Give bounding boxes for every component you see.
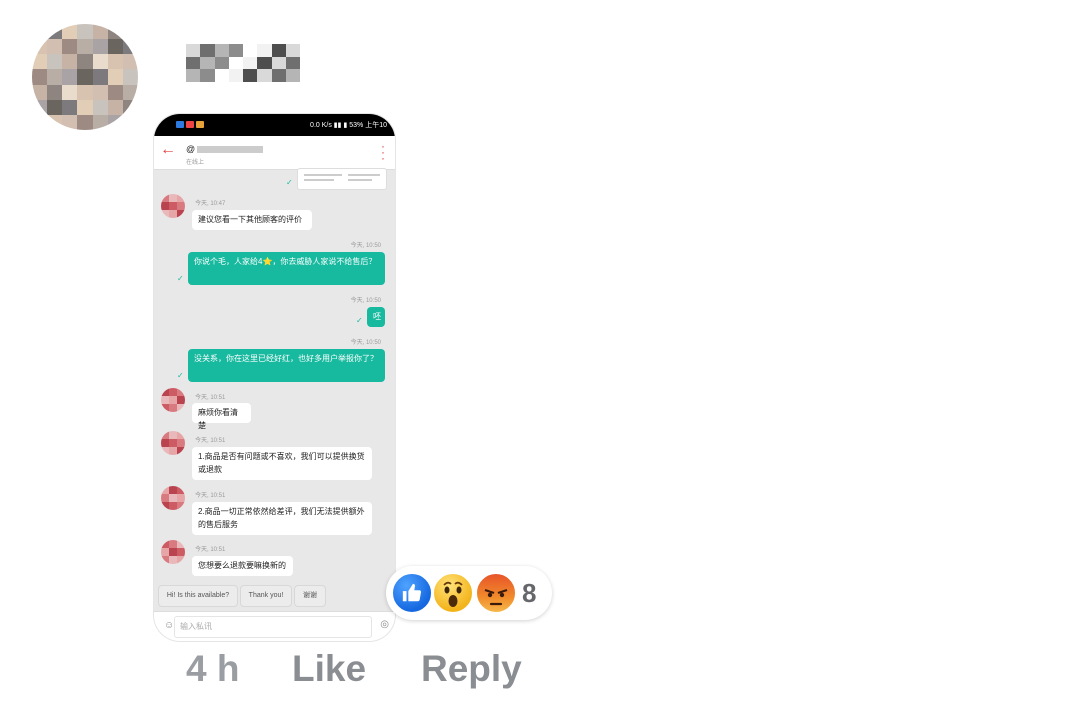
sender-avatar[interactable] [161,540,185,564]
sender-avatar[interactable] [161,486,185,510]
sender-avatar[interactable] [161,431,185,455]
incoming-message[interactable]: 您想要么退款要嘛换新的 [192,556,293,576]
message-timestamp: 今天, 10:47 [195,201,226,207]
more-options-icon[interactable]: · · · [381,140,385,164]
reactions-summary[interactable]: 8 [386,566,552,620]
read-check-icon: ✓ [356,316,363,325]
incoming-message[interactable]: 2.商品一切正常依然给差评，我们无法提供额外的售后服务 [192,502,372,535]
message-timestamp: 今天, 10:51 [195,438,226,444]
like-icon [390,571,434,615]
chat-header: ← @ 在线上 · · · [154,136,395,170]
author-name[interactable] [186,44,300,82]
quick-reply-chip[interactable]: Thank you! [240,585,292,607]
attached-screenshot[interactable]: 0.0 K/s ▮▮ ▮ 53% 上午10 ← @ 在线上 · · · ✓ 今天, … [154,114,395,641]
back-arrow-icon[interactable]: ← [160,142,176,158]
reaction-count: 8 [522,578,537,608]
message-placeholder: 输入私讯 [180,622,212,631]
product-preview-card[interactable] [297,168,387,190]
comment-timestamp[interactable]: 4 h [186,648,239,690]
quick-reply-chip[interactable]: Hi! Is this available? [158,585,238,607]
sender-avatar[interactable] [161,388,185,412]
camera-icon[interactable]: ◎ [380,619,389,630]
wow-icon [431,571,475,615]
read-check-icon: ✓ [177,274,184,283]
sender-avatar[interactable] [161,194,185,218]
message-composer: ☺ 输入私讯 ◎ [154,611,395,641]
message-timestamp: 今天, 10:51 [195,493,226,499]
like-button[interactable]: Like [292,648,366,690]
emoji-icon[interactable]: ☺ [164,620,174,631]
message-timestamp: 今天, 10:50 [350,243,381,249]
message-timestamp: 今天, 10:51 [195,547,226,553]
incoming-message[interactable]: 1.商品是否有问题或不喜欢，我们可以提供换货或退款 [192,447,372,480]
reply-button[interactable]: Reply [421,648,522,690]
angry-icon [474,571,518,615]
outgoing-message[interactable]: 呸 [367,307,385,327]
chat-handle: @ [186,144,264,154]
notification-icons [176,120,206,130]
status-right: 0.0 K/s ▮▮ ▮ 53% 上午10 [310,122,387,129]
clock: 上午10 [365,122,387,129]
net-speed: 0.0 K/s [310,122,332,129]
quick-replies: Hi! Is this available? Thank you! 谢谢 [154,585,395,607]
quick-reply-chip[interactable]: 谢谢 [294,585,326,607]
presence-status: 在线上 [186,160,205,166]
outgoing-message[interactable]: 你说个毛，人家给4⭐，你去威胁人家说不给售后？ [188,252,385,285]
read-check-icon: ✓ [177,371,184,380]
phone-status-bar: 0.0 K/s ▮▮ ▮ 53% 上午10 [154,114,395,136]
outgoing-message[interactable]: 没关系，你在这里已经好红，也好多用户举报你了？ [188,349,385,382]
battery-level: 53% [349,122,364,129]
read-check-icon: ✓ [286,178,293,187]
avatar[interactable] [32,24,138,130]
message-timestamp: 今天, 10:51 [195,395,226,401]
incoming-message[interactable]: 麻烦你看清楚 [192,403,251,430]
message-timestamp: 今天, 10:50 [350,340,381,346]
message-timestamp: 今天, 10:50 [350,298,381,304]
incoming-message[interactable]: 建议您看一下其他顾客的评价 [192,210,312,230]
